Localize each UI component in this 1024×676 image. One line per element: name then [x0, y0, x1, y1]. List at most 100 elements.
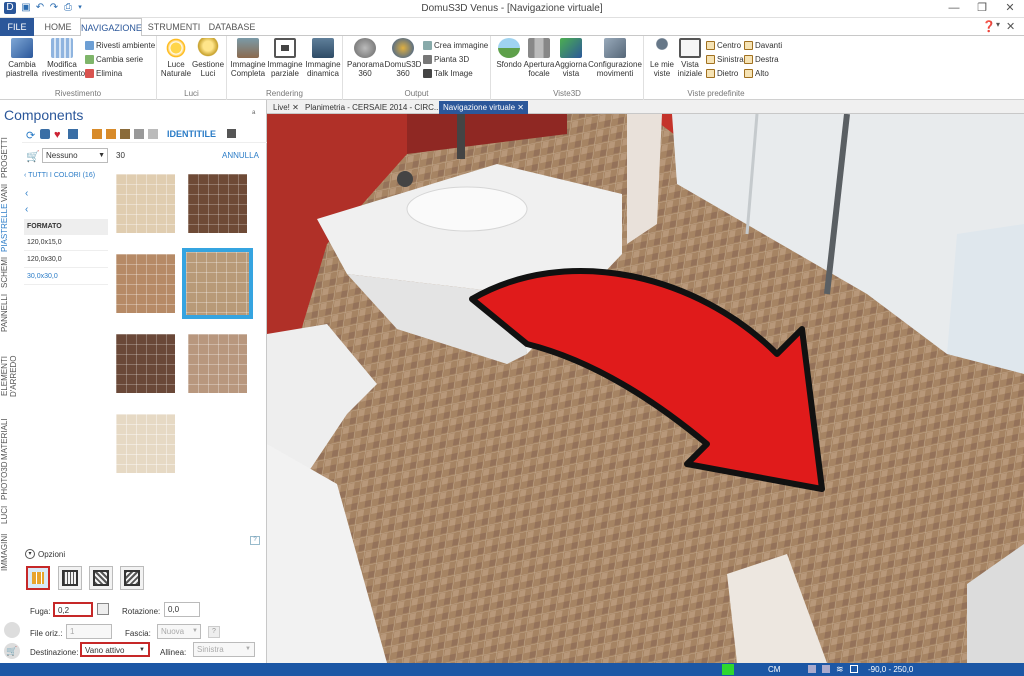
binocular-icon[interactable]	[227, 129, 236, 138]
vtab-progetti[interactable]: PROGETTI	[0, 137, 20, 178]
immagine-dinamica-button[interactable]: Immagine dinamica	[304, 38, 342, 78]
3d-viewport[interactable]	[267, 114, 1024, 663]
cambia-serie-button[interactable]: Cambia serie	[85, 54, 143, 65]
pin-icon[interactable]: ᵃ	[252, 108, 255, 118]
luce-naturale-button[interactable]: Luce Naturale	[160, 38, 192, 78]
cart-icon[interactable]: 🛒	[26, 150, 40, 163]
panorama-360-button[interactable]: Panorama 360	[347, 38, 384, 78]
allinea-select[interactable]: Sinistra ▼	[193, 642, 255, 657]
car-icon[interactable]	[148, 129, 158, 139]
modifica-rivestimento-button[interactable]: Modifica rivestimento	[42, 38, 85, 78]
view-davanti-button[interactable]: Davanti	[744, 40, 782, 51]
refresh-icon[interactable]: ⟳	[26, 129, 35, 142]
layout-spiral-button[interactable]	[120, 566, 144, 590]
sfondo-button[interactable]: Sfondo	[493, 38, 525, 69]
tile-thumbnail-selected[interactable]	[182, 248, 253, 319]
tile-thumbnail[interactable]	[116, 254, 175, 313]
back-arrow-1-icon[interactable]: ‹	[25, 188, 28, 199]
doc-tab-navigazione[interactable]: Navigazione virtuale ✕	[439, 101, 528, 114]
maximize-button[interactable]: ❐	[968, 0, 996, 17]
aggiorna-vista-button[interactable]: Aggiorna vista	[555, 38, 587, 78]
doc-tab-live[interactable]: Live! ✕	[269, 101, 303, 114]
grid-icon[interactable]	[808, 665, 816, 673]
vtab-vani[interactable]: VANI	[0, 180, 20, 206]
view-dietro-button[interactable]: Dietro	[706, 68, 738, 79]
view-sinistra-button[interactable]: Sinistra	[706, 54, 744, 65]
cloud-icon[interactable]	[4, 622, 20, 638]
tile-brown-icon[interactable]	[120, 129, 130, 139]
tile-thumbnail[interactable]	[116, 414, 175, 473]
filter-select[interactable]: Nessuno ▼	[42, 148, 108, 163]
annulla-link[interactable]: ANNULLA	[222, 151, 259, 160]
tile-orange-icon[interactable]	[92, 129, 102, 139]
vtab-materiali[interactable]: MATERIALI	[0, 418, 20, 460]
fuga-color-button[interactable]	[97, 603, 109, 615]
gestione-luci-button[interactable]: Gestione Luci	[192, 38, 224, 78]
tile-orange2-icon[interactable]	[106, 129, 116, 139]
tab-navigazione[interactable]: NAVIGAZIONE	[80, 18, 142, 37]
fascia-help-icon[interactable]: ?	[208, 626, 220, 638]
heart-icon[interactable]: ♥	[54, 129, 61, 141]
format-item[interactable]: 120,0x30,0	[24, 252, 108, 268]
apertura-focale-button[interactable]: Apertura focale	[523, 38, 555, 78]
vtab-schemi[interactable]: SCHEMI	[0, 254, 20, 290]
elimina-button[interactable]: Elimina	[85, 68, 122, 79]
configurazione-movimenti-button[interactable]: Configurazione movimenti	[588, 38, 642, 78]
vtab-photo3d[interactable]: PHOTO3D	[0, 461, 20, 500]
close-button[interactable]: ✕	[996, 0, 1024, 17]
opzioni-header[interactable]: ▾ Opzioni	[24, 549, 267, 561]
tile-thumbnail[interactable]	[116, 174, 175, 233]
tutti-colori-link[interactable]: ‹ TUTTI I COLORI (16)	[24, 172, 95, 179]
immagine-completa-button[interactable]: Immagine Completa	[229, 38, 267, 78]
rivesti-ambiente-button[interactable]: Rivesti ambiente	[85, 40, 155, 51]
snap-icon[interactable]	[822, 665, 830, 673]
layout-frame-button[interactable]	[58, 566, 82, 590]
tab-database[interactable]: DATABASE	[206, 18, 258, 36]
ribbon-close-icon[interactable]: ✕	[1006, 20, 1015, 33]
identitile-brand[interactable]: IDENTITILE	[167, 129, 216, 139]
view-destra-button[interactable]: Destra	[744, 54, 779, 65]
close-icon[interactable]: ✕	[517, 103, 524, 112]
help-small-icon[interactable]: ?	[250, 536, 260, 545]
crea-immagine-button[interactable]: Crea immagine	[423, 40, 488, 51]
view-icon[interactable]	[850, 665, 858, 673]
tab-strumenti[interactable]: STRUMENTI	[146, 18, 202, 36]
minimize-button[interactable]: —	[940, 0, 968, 17]
fuga-input[interactable]: 0,2	[53, 602, 93, 617]
tab-home[interactable]: HOME	[38, 18, 78, 36]
le-mie-viste-button[interactable]: Le mie viste	[648, 38, 676, 78]
fascia-select[interactable]: Nuova ▼	[157, 624, 201, 639]
view-alto-button[interactable]: Alto	[744, 68, 769, 79]
doc-tab-planimetria[interactable]: Planimetria - CERSAIE 2014 - CIRC... ✕	[301, 101, 454, 114]
pianta-3d-button[interactable]: Pianta 3D	[423, 54, 469, 65]
talk-image-button[interactable]: Talk Image	[423, 68, 473, 79]
vtab-elementi-arredo[interactable]: ELEMENTI D'ARREDO	[0, 336, 20, 416]
vtab-immagini[interactable]: IMMAGINI	[0, 532, 20, 572]
immagine-parziale-button[interactable]: Immagine parziale	[267, 38, 303, 78]
vista-iniziale-button[interactable]: Vista iniziale	[676, 38, 704, 78]
vtab-piastrelle[interactable]: PIASTRELLE	[0, 204, 20, 252]
back-arrow-2-icon[interactable]: ‹	[25, 204, 28, 215]
destinazione-select[interactable]: Vano attivo ▼	[80, 642, 150, 657]
tile-thumbnail[interactable]	[188, 334, 247, 393]
help-icon[interactable]: ❓	[982, 20, 996, 33]
domus3d-360-button[interactable]: DomuS3D 360	[384, 38, 422, 78]
cart-bottom-icon[interactable]: 🛒	[4, 643, 20, 659]
tab-file[interactable]: FILE	[0, 18, 34, 36]
format-item[interactable]: 120,0x15,0	[24, 235, 108, 251]
tools-icon[interactable]	[40, 129, 50, 139]
layout-straight-button[interactable]	[26, 566, 50, 590]
layout-maze-button[interactable]	[89, 566, 113, 590]
rotazione-input[interactable]: 0,0	[164, 602, 200, 617]
vtab-luci[interactable]: LUCI	[0, 502, 20, 528]
format-item-selected[interactable]: 30,0x30,0	[24, 269, 108, 285]
cambia-piastrella-button[interactable]: Cambia piastrella	[4, 38, 40, 78]
tile-thumbnail[interactable]	[188, 174, 247, 233]
help-dropdown-icon[interactable]: ▾	[996, 20, 1000, 29]
vtab-pannelli[interactable]: PANNELLI	[0, 292, 20, 334]
tile-thumbnail[interactable]	[116, 334, 175, 393]
file-oriz-input[interactable]: 1	[66, 624, 112, 639]
filter-icon[interactable]	[68, 129, 78, 139]
close-icon[interactable]: ✕	[292, 103, 299, 112]
print-tile-icon[interactable]	[134, 129, 144, 139]
